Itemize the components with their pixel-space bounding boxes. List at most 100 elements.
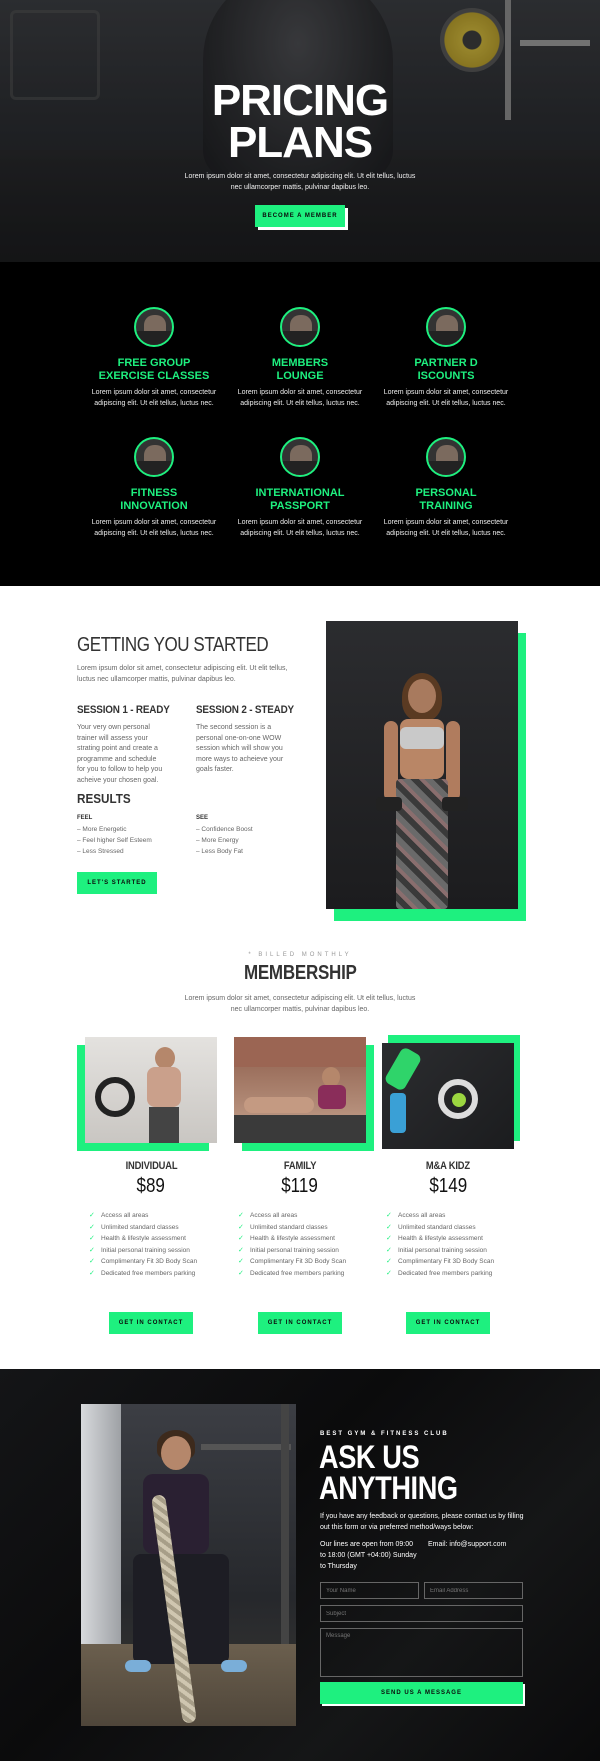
feature-image (280, 437, 320, 477)
plan-image-kidz (382, 1043, 514, 1149)
lets-started-button[interactable]: LET'S STARTED (77, 872, 157, 894)
feature-title-line2: PASSPORT (270, 500, 330, 512)
membership-title: MEMBERSHIP (0, 962, 600, 985)
getting-started-intro: Lorem ipsum dolor sit amet, consectetur … (77, 665, 288, 683)
plan-name-text: INDIVIDUAL (125, 1160, 177, 1172)
membership-kicker: * BILLED MONTHLY (248, 952, 352, 958)
plan-price-text: $119 (281, 1175, 319, 1197)
check-icon: ✓ (386, 1269, 392, 1277)
plan-feature: ✓ Dedicated free members parking (89, 1268, 219, 1280)
check-icon: ✓ (89, 1235, 95, 1242)
plan-image-family (234, 1037, 366, 1143)
plan-feature: ✓ Access all areas (386, 1210, 516, 1222)
feature-image (134, 307, 174, 347)
check-icon: ✓ (386, 1258, 392, 1265)
subject-input[interactable] (320, 1605, 523, 1622)
contact-hours: Our lines are open from 09:00 to 18:00 (… (320, 1541, 417, 1570)
results-item: – More Energy (196, 837, 239, 844)
results-item: – More Energetic (77, 826, 127, 833)
plan-feature: ✓ Complimentary Fit 3D Body Scan (238, 1256, 368, 1268)
become-member-button[interactable]: BECOME A MEMBER (255, 205, 345, 227)
feature-text: Lorem ipsum dolor sit amet, consectetur … (91, 519, 217, 537)
contact-email: Email: info@support.com (428, 1541, 507, 1548)
results-title: RESULTS (77, 791, 131, 806)
message-textarea[interactable] (320, 1628, 523, 1677)
feature-title-line2: TRAINING (419, 500, 473, 512)
check-icon: ✓ (238, 1212, 244, 1219)
check-icon: ✓ (89, 1269, 95, 1277)
results-item: – Less Body Fat (196, 848, 243, 855)
get-in-contact-button[interactable]: GET IN CONTACT (109, 1312, 193, 1334)
feature-image (426, 437, 466, 477)
plan-feature: ✓ Complimentary Fit 3D Body Scan (386, 1256, 516, 1268)
check-icon: ✓ (238, 1246, 244, 1254)
results-see-list: SEE – Confidence Boost – More Energy – L… (196, 813, 253, 857)
get-in-contact-button[interactable]: GET IN CONTACT (258, 1312, 342, 1334)
check-icon: ✓ (89, 1223, 95, 1231)
contact-title: ASK US ANYTHING (319, 1441, 458, 1506)
hero-section: PRICING PLANS Lorem ipsum dolor sit amet,… (0, 0, 600, 262)
check-icon: ✓ (386, 1212, 392, 1219)
results-item: – Feel higher Self Esteem (77, 837, 152, 844)
plan-feature: ✓ Health & lifestyle assessment (386, 1233, 516, 1245)
plan-card-kidz: M&A KIDZ $149 ✓ Access all areas ✓ Unlimit… (374, 1035, 522, 1341)
plan-feature: ✓ Initial personal training session (238, 1245, 368, 1257)
check-icon: ✓ (89, 1258, 95, 1265)
features-section: FREE GROUP EXERCISE CLASSES Lorem ipsum d… (0, 262, 600, 586)
feature-title-line2: LOUNGE (276, 370, 324, 382)
feature-title-line1: MEMBERS (271, 357, 329, 369)
email-input[interactable] (424, 1582, 523, 1599)
feature-title-line1: INTERNATIONAL (255, 487, 345, 499)
name-input[interactable] (320, 1582, 419, 1599)
session1-text: Your very own personal trainer will asse… (77, 724, 163, 784)
plan-feature-list: ✓ Access all areas ✓ Unlimited standard cl… (386, 1210, 516, 1279)
feature-title: INTERNATIONAL PASSPORT (225, 487, 375, 513)
feature-title-line1: PERSONAL (415, 487, 477, 499)
plan-feature: ✓ Complimentary Fit 3D Body Scan (89, 1256, 219, 1268)
plan-card-individual: INDIVIDUAL $89 ✓ Access all areas ✓ Unlimi… (77, 1037, 225, 1341)
check-icon: ✓ (89, 1212, 95, 1219)
feature-image (280, 307, 320, 347)
plan-name-text: M&A KIDZ (425, 1160, 470, 1172)
send-message-button[interactable]: SEND US A MESSAGE (320, 1682, 523, 1704)
contact-intro: If you have any feedback or questions, p… (320, 1513, 524, 1531)
plan-name: M&A KIDZ (374, 1160, 522, 1172)
getting-started-title: GETTING YOU STARTED (77, 634, 269, 656)
plan-feature: ✓ Access all areas (238, 1210, 368, 1222)
feature-members-lounge: MEMBERS LOUNGE Lorem ipsum dolor sit amet… (225, 307, 375, 409)
check-icon: ✓ (386, 1235, 392, 1242)
check-icon: ✓ (386, 1223, 392, 1231)
plan-name: FAMILY (226, 1160, 374, 1172)
plan-card-family: FAMILY $119 ✓ Access all areas ✓ Unlimited… (226, 1037, 374, 1341)
results-feel-label: FEEL (77, 815, 93, 821)
get-in-contact-button[interactable]: GET IN CONTACT (406, 1312, 490, 1334)
check-icon: ✓ (238, 1223, 244, 1231)
feature-title-line2: INNOVATION (120, 500, 188, 512)
plan-feature: ✓ Initial personal training session (386, 1245, 516, 1257)
contact-title-line2: ANYTHING (319, 1470, 458, 1506)
plan-price: $119 (226, 1175, 374, 1198)
plan-price-text: $89 (136, 1175, 166, 1197)
battle-ropes-photo (81, 1404, 296, 1726)
feature-title: PERSONAL TRAINING (371, 487, 521, 513)
plan-feature: ✓ Unlimited standard classes (386, 1222, 516, 1234)
plan-feature-list: ✓ Access all areas ✓ Unlimited standard cl… (238, 1210, 368, 1279)
feature-title: MEMBERS LOUNGE (225, 357, 375, 383)
plan-price-text: $149 (429, 1175, 467, 1197)
hero-text: Lorem ipsum dolor sit amet, consectetur … (184, 173, 416, 191)
check-icon: ✓ (238, 1258, 244, 1265)
feature-title-line2: EXERCISE CLASSES (98, 370, 210, 382)
plan-feature: ✓ Unlimited standard classes (238, 1222, 368, 1234)
feature-partner-discounts: PARTNER D ISCOUNTS Lorem ipsum dolor sit … (371, 307, 521, 409)
feature-text: Lorem ipsum dolor sit amet, consectetur … (237, 519, 363, 537)
session1-title: SESSION 1 - READY (77, 704, 170, 716)
feature-title-line1: FREE GROUP (117, 357, 191, 369)
feature-free-group: FREE GROUP EXERCISE CLASSES Lorem ipsum d… (79, 307, 229, 409)
feature-title-line2: ISCOUNTS (417, 370, 475, 382)
feature-title: PARTNER D ISCOUNTS (371, 357, 521, 383)
contact-section: BEST GYM & FITNESS CLUB ASK US ANYTHING I… (0, 1369, 600, 1761)
feature-title: FREE GROUP EXERCISE CLASSES (79, 357, 229, 383)
feature-fitness-innovation: FITNESS INNOVATION Lorem ipsum dolor sit … (79, 437, 229, 539)
check-icon: ✓ (238, 1269, 244, 1277)
feature-personal-training: PERSONAL TRAINING Lorem ipsum dolor sit a… (371, 437, 521, 539)
